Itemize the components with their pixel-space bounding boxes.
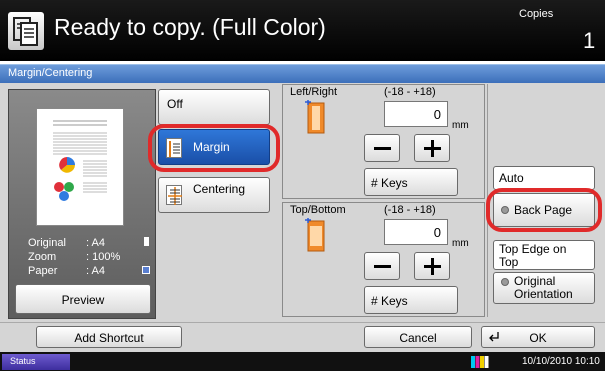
left-right-keys-label: # Keys bbox=[371, 176, 408, 190]
original-label: Original bbox=[28, 237, 66, 249]
original-orientation-button[interactable]: Original Orientation bbox=[493, 272, 595, 304]
margin-icon bbox=[166, 138, 182, 158]
centering-button[interactable]: Centering bbox=[158, 177, 270, 213]
auto-option[interactable]: Auto bbox=[493, 166, 595, 190]
back-page-label: Back Page bbox=[514, 203, 573, 217]
top-edge-on-top-label: Top Edge on Top bbox=[499, 242, 567, 269]
top-bottom-plus-button[interactable] bbox=[414, 252, 450, 280]
back-page-button[interactable]: Back Page bbox=[493, 193, 595, 227]
top-edge-on-top-option[interactable]: Top Edge on Top bbox=[493, 240, 595, 270]
left-right-margin-icon bbox=[305, 100, 327, 136]
left-right-keys-button[interactable]: # Keys bbox=[364, 168, 458, 196]
column-divider bbox=[487, 84, 488, 317]
preview-button-label: Preview bbox=[61, 293, 105, 307]
portrait-page-icon bbox=[144, 237, 149, 246]
paper-size-row: Paper : A4 bbox=[8, 265, 156, 279]
cancel-button[interactable]: Cancel bbox=[364, 326, 472, 348]
original-size-row: Original : A4 bbox=[8, 237, 156, 251]
copies-count: 1 bbox=[583, 28, 596, 53]
top-bottom-value-field[interactable]: 0 bbox=[384, 219, 448, 245]
zoom-value: : 100% bbox=[86, 251, 121, 263]
plus-icon bbox=[424, 258, 441, 275]
left-right-value-field[interactable]: 0 bbox=[384, 101, 448, 127]
auto-option-label: Auto bbox=[499, 171, 524, 185]
minus-icon bbox=[374, 265, 391, 268]
off-button[interactable]: Off bbox=[158, 89, 270, 125]
left-right-plus-button[interactable] bbox=[414, 134, 450, 162]
top-bottom-range: (-18 - +18) bbox=[384, 204, 436, 216]
top-bottom-margin-icon bbox=[305, 218, 327, 254]
datetime-display: 10/10/2010 10:10 bbox=[522, 356, 600, 367]
centering-button-label: Centering bbox=[193, 182, 246, 196]
paper-label: Paper bbox=[28, 265, 58, 277]
ok-button[interactable]: OK bbox=[481, 326, 595, 348]
paper-tray-icon bbox=[142, 266, 150, 274]
original-orientation-label: Original Orientation bbox=[514, 274, 573, 301]
left-right-range: (-18 - +18) bbox=[384, 86, 436, 98]
left-right-minus-button[interactable] bbox=[364, 134, 400, 162]
cancel-label: Cancel bbox=[399, 331, 437, 345]
margin-button-label: Margin bbox=[193, 140, 230, 154]
add-shortcut-label: Add Shortcut bbox=[74, 331, 144, 345]
left-right-label: Left/Right bbox=[290, 86, 338, 98]
back-page-radio-icon bbox=[501, 206, 509, 214]
top-bottom-keys-label: # Keys bbox=[371, 294, 408, 308]
ok-label: OK bbox=[529, 331, 547, 345]
preview-button[interactable]: Preview bbox=[15, 284, 151, 314]
original-value: : A4 bbox=[86, 237, 105, 249]
margin-button[interactable]: Margin bbox=[158, 129, 270, 165]
minus-icon bbox=[374, 147, 391, 150]
toner-level-icon bbox=[471, 355, 489, 368]
off-button-label: Off bbox=[167, 97, 183, 111]
left-right-unit: mm bbox=[452, 120, 469, 131]
status-title: Ready to copy. (Full Color) bbox=[54, 14, 326, 40]
original-orientation-radio-icon bbox=[501, 278, 509, 286]
copy-mode-icon bbox=[8, 12, 44, 50]
top-bottom-minus-button[interactable] bbox=[364, 252, 400, 280]
zoom-row: Zoom : 100% bbox=[8, 251, 156, 265]
copies-label: Copies bbox=[519, 8, 554, 20]
centering-icon bbox=[166, 185, 182, 205]
status-button[interactable]: Status bbox=[2, 354, 70, 370]
top-bottom-label: Top/Bottom bbox=[290, 204, 346, 216]
paper-value: : A4 bbox=[86, 265, 105, 277]
zoom-label: Zoom bbox=[28, 251, 57, 263]
top-bottom-keys-button[interactable]: # Keys bbox=[364, 286, 458, 314]
status-bar bbox=[0, 352, 605, 371]
panel-title: Margin/Centering bbox=[8, 67, 93, 79]
preview-thumbnail bbox=[36, 108, 124, 226]
plus-icon bbox=[424, 140, 441, 157]
top-bottom-unit: mm bbox=[452, 238, 469, 249]
add-shortcut-button[interactable]: Add Shortcut bbox=[36, 326, 182, 348]
